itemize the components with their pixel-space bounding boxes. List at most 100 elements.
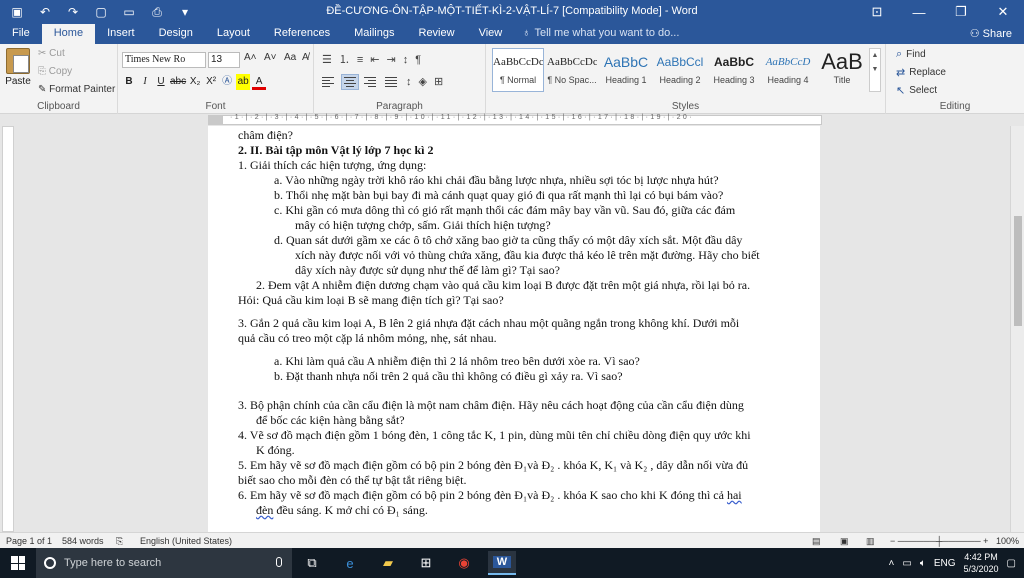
close-button[interactable]: ✕ bbox=[982, 0, 1024, 24]
subscript-button[interactable]: X₂ bbox=[188, 74, 202, 90]
sort-icon[interactable]: ↕ bbox=[401, 52, 411, 68]
style-heading-2[interactable]: AaBbCcl Heading 2 bbox=[654, 48, 706, 92]
proofing-icon[interactable]: ⎘ bbox=[116, 536, 123, 547]
shrink-font-icon[interactable]: A˅ bbox=[264, 52, 277, 63]
change-case-icon[interactable]: Aa bbox=[284, 52, 296, 63]
clear-formatting-icon[interactable]: A̸ bbox=[302, 52, 309, 63]
task-view-icon[interactable]: ⧉ bbox=[298, 551, 326, 575]
store-icon[interactable]: ⊞ bbox=[412, 551, 440, 575]
font-color-icon[interactable]: A bbox=[252, 74, 267, 90]
font-size-combo[interactable]: 13 bbox=[208, 52, 240, 68]
bullets-icon[interactable]: ☰ bbox=[320, 52, 334, 68]
network-icon[interactable]: ▭ bbox=[902, 558, 911, 569]
restore-button[interactable]: ❐ bbox=[940, 0, 982, 24]
show-hidden-icons-icon[interactable]: ˄ bbox=[889, 558, 895, 569]
undo-icon[interactable]: ↶ bbox=[32, 1, 58, 23]
scrollbar-thumb[interactable] bbox=[1014, 216, 1022, 326]
strikethrough-button[interactable]: abc bbox=[170, 74, 186, 90]
font-name-combo[interactable]: Times New Ro bbox=[122, 52, 206, 68]
copy-button[interactable]: ⎘ Copy bbox=[38, 66, 72, 77]
style-heading-1[interactable]: AaBbC Heading 1 bbox=[600, 48, 652, 92]
chrome-icon[interactable]: ◉ bbox=[450, 551, 478, 575]
superscript-button[interactable]: X² bbox=[204, 74, 218, 90]
style-normal[interactable]: AaBbCcDc ¶ Normal bbox=[492, 48, 544, 92]
tab-insert[interactable]: Insert bbox=[95, 24, 147, 44]
start-button[interactable] bbox=[0, 548, 36, 578]
language[interactable]: English (United States) bbox=[140, 536, 232, 546]
grammar-flag[interactable]: đèn bbox=[256, 503, 273, 517]
file-explorer-icon[interactable]: ▰ bbox=[374, 551, 402, 575]
zoom-slider[interactable]: − ──────┼────── + bbox=[890, 536, 988, 546]
tab-review[interactable]: Review bbox=[407, 24, 467, 44]
document-body[interactable]: châm điện? 2. II. Bài tập môn Vật lý lớp… bbox=[238, 128, 808, 518]
share-button[interactable]: ⚇ Share bbox=[970, 27, 1012, 40]
numbering-icon[interactable]: ⒈ bbox=[337, 52, 352, 68]
web-layout-icon[interactable]: ▥ bbox=[866, 536, 875, 547]
minimize-button[interactable]: — bbox=[898, 0, 940, 24]
increase-indent-icon[interactable]: ⇥ bbox=[385, 52, 398, 68]
customize-qat-icon[interactable]: ▾ bbox=[172, 1, 198, 23]
cut-button[interactable]: ✂ Cut bbox=[38, 48, 65, 59]
italic-button[interactable]: I bbox=[138, 74, 152, 90]
underline-button[interactable]: U bbox=[154, 74, 168, 90]
grow-font-icon[interactable]: A˄ bbox=[244, 52, 257, 63]
tab-layout[interactable]: Layout bbox=[205, 24, 262, 44]
format-painter-button[interactable]: ✎ Format Painter bbox=[38, 84, 115, 95]
tab-mailings[interactable]: Mailings bbox=[342, 24, 406, 44]
select-button[interactable]: ↖ Select bbox=[896, 84, 937, 97]
decrease-indent-icon[interactable]: ⇤ bbox=[368, 52, 381, 68]
styles-scroll-more[interactable]: ▲ ▼ bbox=[869, 48, 881, 92]
clock[interactable]: 4:42 PM 5/3/2020 bbox=[964, 551, 999, 575]
notifications-icon[interactable]: ▢ bbox=[1007, 558, 1016, 569]
style-heading-3[interactable]: AaBbC Heading 3 bbox=[708, 48, 760, 92]
borders-icon[interactable]: ⊞ bbox=[432, 74, 445, 90]
shading-icon[interactable]: ◈ bbox=[417, 74, 429, 90]
document-page[interactable]: châm điện? 2. II. Bài tập môn Vật lý lớp… bbox=[208, 126, 820, 532]
paste-button[interactable]: Paste bbox=[4, 48, 32, 87]
word-count[interactable]: 584 words bbox=[62, 536, 104, 546]
tab-home[interactable]: Home bbox=[41, 24, 96, 44]
tab-file[interactable]: File bbox=[0, 24, 42, 44]
style-name: Heading 2 bbox=[659, 75, 701, 85]
input-language[interactable]: ENG bbox=[934, 558, 956, 569]
page-count[interactable]: Page 1 of 1 bbox=[6, 536, 52, 546]
taskbar-search[interactable]: Type here to search bbox=[36, 548, 292, 578]
vertical-scrollbar[interactable] bbox=[1010, 126, 1024, 532]
ribbon-display-options-icon[interactable]: ⊡ bbox=[856, 0, 898, 24]
text-effects-icon[interactable]: Ⓐ bbox=[220, 74, 234, 90]
tab-view[interactable]: View bbox=[467, 24, 515, 44]
zoom-level[interactable]: 100% bbox=[996, 536, 1019, 546]
style-no-spacing[interactable]: AaBbCcDc ¶ No Spac... bbox=[546, 48, 598, 92]
microphone-icon[interactable] bbox=[276, 557, 282, 567]
print-layout-icon[interactable]: ▣ bbox=[840, 536, 849, 547]
align-right-icon[interactable] bbox=[362, 74, 380, 90]
bold-button[interactable]: B bbox=[122, 74, 136, 90]
show-marks-icon[interactable]: ¶ bbox=[413, 52, 423, 68]
line-spacing-icon[interactable]: ↕ bbox=[404, 74, 414, 90]
align-center-icon[interactable] bbox=[341, 74, 359, 90]
replace-button[interactable]: ⇄ Replace bbox=[896, 66, 946, 79]
tell-me-box[interactable]: ♁ Tell me what you want to do... bbox=[522, 24, 679, 44]
print-preview-icon[interactable]: ⎙ bbox=[144, 1, 170, 23]
save-icon[interactable]: ▣ bbox=[4, 1, 30, 23]
word-icon[interactable]: W bbox=[488, 551, 516, 575]
style-heading-4[interactable]: AaBbCcD Heading 4 bbox=[762, 48, 814, 92]
highlight-color-icon[interactable]: ab bbox=[236, 74, 251, 90]
system-tray: ˄ ▭ 🔈︎ ENG 4:42 PM 5/3/2020 ▢ bbox=[889, 548, 1024, 578]
open-folder-icon[interactable]: ▭ bbox=[116, 1, 142, 23]
vertical-ruler[interactable] bbox=[2, 126, 14, 532]
tab-references[interactable]: References bbox=[262, 24, 342, 44]
find-button[interactable]: ⌕ Find bbox=[896, 48, 926, 61]
align-left-icon[interactable] bbox=[320, 74, 338, 90]
grammar-flag[interactable]: hai bbox=[727, 488, 742, 502]
multilevel-list-icon[interactable]: ≡ bbox=[355, 52, 365, 68]
tab-design[interactable]: Design bbox=[147, 24, 205, 44]
style-title[interactable]: AaB Title bbox=[816, 48, 868, 92]
read-mode-icon[interactable]: ▤ bbox=[812, 536, 821, 547]
redo-icon[interactable]: ↷ bbox=[60, 1, 86, 23]
horizontal-ruler[interactable]: ·1·|·2·|·3·|·4·|·5·|·6·|·7·|·8·|·9·|·10·… bbox=[0, 114, 1024, 126]
volume-icon[interactable]: 🔈︎ bbox=[920, 558, 926, 569]
edge-icon[interactable]: e bbox=[336, 551, 364, 575]
new-document-icon[interactable]: ▢ bbox=[88, 1, 114, 23]
justify-icon[interactable] bbox=[383, 74, 401, 90]
